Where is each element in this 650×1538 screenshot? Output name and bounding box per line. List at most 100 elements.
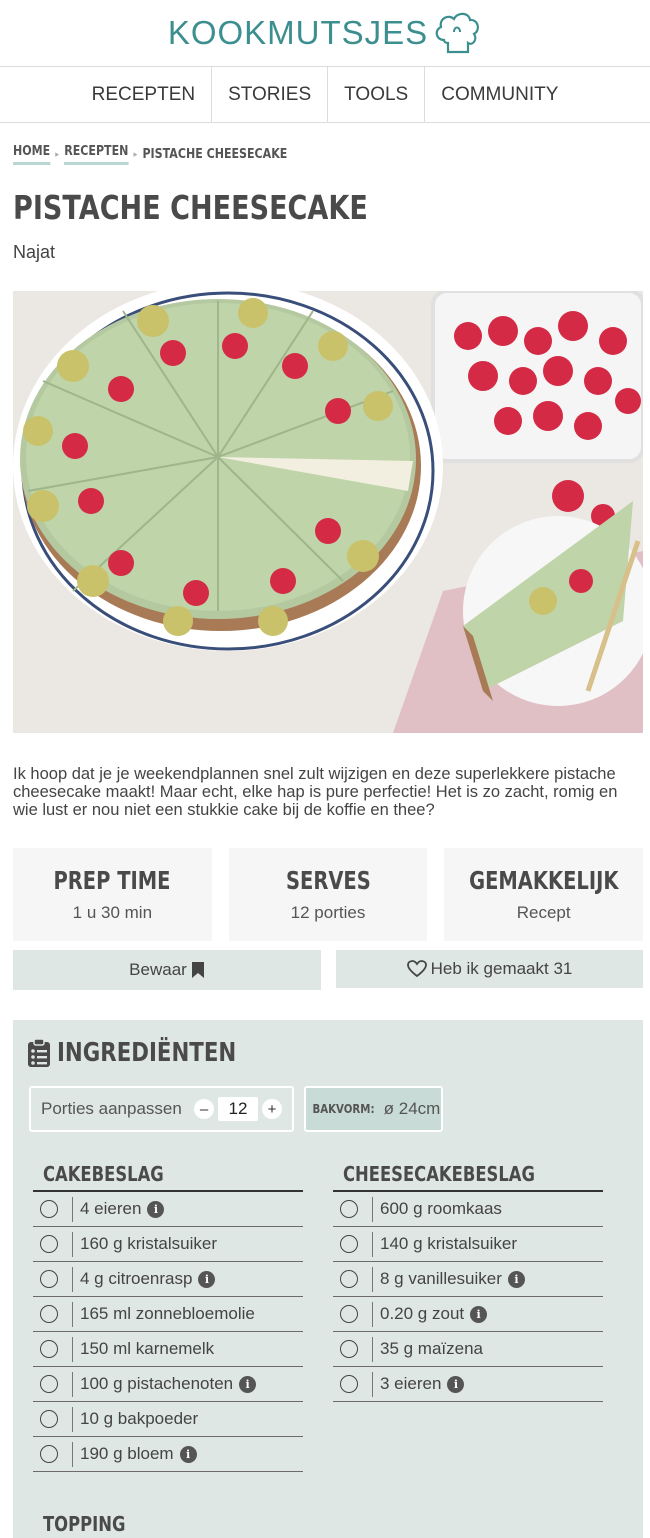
logo-text: KOOKMUTSJES <box>167 14 429 51</box>
ingredient-checkbox[interactable] <box>40 1375 58 1393</box>
ingredient-checkbox[interactable] <box>340 1200 358 1218</box>
ingredient-checkbox[interactable] <box>340 1270 358 1288</box>
portions-increase-button[interactable]: + <box>262 1099 282 1119</box>
stat-difficulty: GEMAKKELIJK Recept <box>444 848 644 941</box>
breadcrumb: HOME ▸ RECEPTEN ▸ PISTACHE CHEESECAKE <box>13 144 287 165</box>
ingredient-row[interactable]: 160 g kristalsuiker <box>33 1227 303 1262</box>
ingredient-row[interactable]: 35 g maïzena <box>333 1332 603 1367</box>
stat-label: SERVES <box>285 866 371 895</box>
stat-serves: SERVES 12 porties <box>228 848 428 941</box>
ingredient-group-title: CAKEBESLAG <box>33 1162 303 1192</box>
info-icon[interactable]: i <box>179 1445 197 1463</box>
ingredient-text-wrap: 140 g kristalsuiker <box>372 1231 518 1257</box>
made-it-button[interactable]: Heb ik gemaakt 31 <box>336 950 643 988</box>
ingredient-checkbox[interactable] <box>40 1445 58 1463</box>
info-icon[interactable]: i <box>447 1375 465 1393</box>
ingredient-text-wrap: 165 ml zonnebloemolie <box>72 1301 255 1327</box>
author-link[interactable]: Najat <box>13 242 55 263</box>
stat-prep-time: PREP TIME 1 u 30 min <box>13 848 212 941</box>
ingredient-text-wrap: 8 g vanillesuiker i <box>372 1266 525 1292</box>
ingredients-header: INGREDIËNTEN <box>27 1038 276 1068</box>
stat-value: 1 u 30 min <box>72 903 153 922</box>
info-icon[interactable]: i <box>147 1200 165 1218</box>
ingredient-text-wrap: 10 g bakpoeder <box>72 1406 199 1432</box>
logo[interactable]: KOOKMUTSJES <box>168 10 482 56</box>
ingredient-checkbox[interactable] <box>340 1235 358 1253</box>
info-icon[interactable]: i <box>198 1270 216 1288</box>
ingredients-panel: INGREDIËNTEN Porties aanpassen – 12 + BA… <box>13 1020 643 1538</box>
ingredient-row[interactable]: 190 g bloem i <box>33 1437 303 1472</box>
ingredient-checkbox[interactable] <box>40 1340 58 1358</box>
info-icon[interactable]: i <box>507 1270 525 1288</box>
ingredient-group-cakebeslag: CAKEBESLAG 4 eieren i 160 g kristalsuiker 4… <box>33 1162 303 1472</box>
ingredient-text-wrap: 0.20 g zout i <box>372 1301 488 1327</box>
breadcrumb-home[interactable]: HOME <box>13 144 51 165</box>
made-it-label: Heb ik gemaakt 31 <box>430 959 573 978</box>
ingredient-checkbox[interactable] <box>40 1270 58 1288</box>
ingredient-checkbox[interactable] <box>40 1200 58 1218</box>
ingredient-checkbox[interactable] <box>40 1305 58 1323</box>
ingredient-checkbox[interactable] <box>340 1340 358 1358</box>
ingredient-checkbox[interactable] <box>340 1375 358 1393</box>
ingredient-text-wrap: 190 g bloem i <box>72 1441 197 1467</box>
bakvorm-label: BAKVORM: <box>312 1102 375 1116</box>
ingredient-text-wrap: 150 ml karnemelk <box>72 1336 215 1362</box>
ingredient-row[interactable]: 140 g kristalsuiker <box>333 1227 603 1262</box>
ingredient-text-wrap: 600 g roomkaas <box>372 1196 502 1222</box>
ingredient-row[interactable]: 8 g vanillesuiker i <box>333 1262 603 1297</box>
save-button[interactable]: Bewaar <box>13 950 321 990</box>
info-icon[interactable]: i <box>470 1305 488 1323</box>
bakvorm-selector[interactable]: BAKVORM: ø 24cm <box>304 1086 443 1132</box>
nav-item-stories[interactable]: STORIES <box>211 67 327 122</box>
ingredient-checkbox[interactable] <box>40 1410 58 1428</box>
breadcrumb-separator-icon: ▸ <box>133 149 138 160</box>
recipe-actions: Bewaar Heb ik gemaakt 31 <box>13 950 643 990</box>
ingredient-label: 190 g bloem <box>80 1444 174 1463</box>
chef-hat-icon <box>435 12 480 54</box>
ingredient-label: 140 g kristalsuiker <box>380 1234 518 1253</box>
breadcrumb-recepten[interactable]: RECEPTEN <box>64 144 129 165</box>
ingredient-text-wrap: 100 g pistachenoten i <box>72 1371 257 1397</box>
portions-decrease-button[interactable]: – <box>194 1099 214 1119</box>
ingredient-row[interactable]: 0.20 g zout i <box>333 1297 603 1332</box>
breadcrumb-separator-icon: ▸ <box>55 149 60 160</box>
stat-value: 12 porties <box>290 903 366 922</box>
ingredient-row[interactable]: 3 eieren i <box>333 1367 603 1402</box>
ingredients-title: INGREDIËNTEN <box>57 1038 237 1068</box>
heart-icon <box>406 960 427 978</box>
clipboard-list-icon <box>28 1038 50 1067</box>
ingredient-label: 600 g roomkaas <box>380 1199 502 1218</box>
recipe-photo <box>13 291 643 733</box>
ingredient-row[interactable]: 150 ml karnemelk <box>33 1332 303 1367</box>
ingredient-row[interactable]: 100 g pistachenoten i <box>33 1367 303 1402</box>
ingredient-group-cheesecakebeslag: CHEESECAKEBESLAG 600 g roomkaas 140 g kri… <box>333 1162 603 1402</box>
ingredient-text-wrap: 4 eieren i <box>72 1196 165 1222</box>
ingredient-text-wrap: 160 g kristalsuiker <box>72 1231 218 1257</box>
ingredient-label: 150 ml karnemelk <box>80 1339 215 1358</box>
ingredient-row[interactable]: 4 g citroenrasp i <box>33 1262 303 1297</box>
ingredient-checkbox[interactable] <box>40 1235 58 1253</box>
ingredient-label: 10 g bakpoeder <box>80 1409 199 1428</box>
ingredient-row[interactable]: 165 ml zonnebloemolie <box>33 1297 303 1332</box>
ingredient-label: 8 g vanillesuiker <box>380 1269 502 1288</box>
ingredient-row[interactable]: 4 eieren i <box>33 1192 303 1227</box>
nav-item-community[interactable]: COMMUNITY <box>424 67 574 122</box>
portions-label: Porties aanpassen <box>41 1099 182 1118</box>
ingredient-text-wrap: 4 g citroenrasp i <box>72 1266 216 1292</box>
ingredient-label: 4 eieren <box>80 1199 142 1218</box>
stat-label: PREP TIME <box>53 866 171 895</box>
ingredient-label: 165 ml zonnebloemolie <box>80 1304 255 1323</box>
site-header: KOOKMUTSJES <box>0 0 650 67</box>
nav-item-recepten[interactable]: RECEPTEN <box>76 67 211 122</box>
ingredient-text-wrap: 35 g maïzena <box>372 1336 483 1362</box>
ingredient-row[interactable]: 10 g bakpoeder <box>33 1402 303 1437</box>
ingredient-label: 160 g kristalsuiker <box>80 1234 218 1253</box>
main-nav: RECEPTEN STORIES TOOLS COMMUNITY <box>0 67 650 123</box>
ingredient-checkbox[interactable] <box>340 1305 358 1323</box>
nav-item-tools[interactable]: TOOLS <box>327 67 424 122</box>
portions-input[interactable]: 12 <box>218 1097 258 1121</box>
stat-value: Recept <box>516 903 571 922</box>
ingredient-row[interactable]: 600 g roomkaas <box>333 1192 603 1227</box>
info-icon[interactable]: i <box>239 1375 257 1393</box>
ingredient-label: 4 g citroenrasp <box>80 1269 193 1288</box>
